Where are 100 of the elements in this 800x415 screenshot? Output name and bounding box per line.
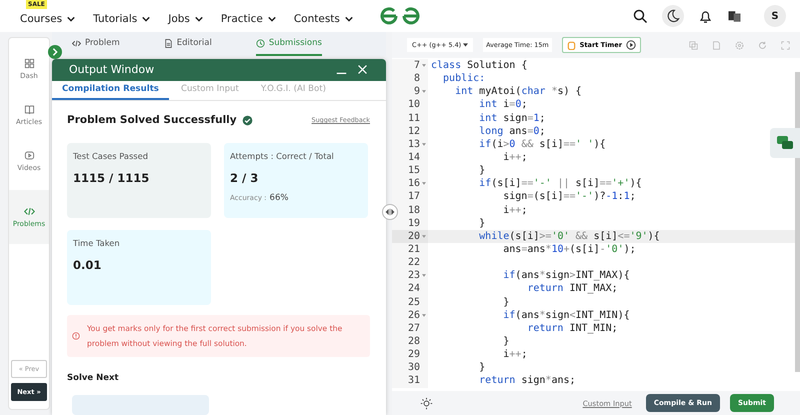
code-line: int myAtoi(char *s) { <box>454 85 582 98</box>
code-line: long ans=0; <box>478 124 546 138</box>
grid-icon <box>24 58 34 69</box>
bell-icon[interactable] <box>698 8 713 24</box>
output-tab[interactable]: Compilation Results <box>52 80 169 100</box>
card-value: 2 / 3 <box>230 171 260 185</box>
fold-icon[interactable] <box>422 142 426 146</box>
line-number: 12 <box>408 126 420 137</box>
code-line: } <box>478 216 486 230</box>
line-number: 16 <box>408 178 420 190</box>
line-number: 17 <box>408 191 420 202</box>
code-icon <box>24 206 34 217</box>
search-icon[interactable] <box>633 8 648 24</box>
card-label: Test Cases Passed <box>73 151 149 161</box>
code-icon <box>72 38 81 48</box>
status-heading: Problem Solved Successfully <box>67 114 237 126</box>
line-number: 8 <box>414 73 420 84</box>
line-number: 30 <box>408 362 420 374</box>
line-number: 26 <box>408 310 420 321</box>
arrows-icon <box>385 208 395 216</box>
line-number: 11 <box>408 112 420 124</box>
nav-menu-item[interactable]: Courses <box>20 8 76 24</box>
window-title: Output Window <box>69 63 156 76</box>
code-line: if(ans*sign<INT_MIN){ <box>502 308 630 322</box>
chat-button[interactable] <box>770 128 800 158</box>
code-line: i++; <box>502 204 528 217</box>
code-line: public: <box>442 72 486 86</box>
accuracy-value: 66% <box>270 193 288 203</box>
nav-menu-item[interactable]: Tutorials <box>93 8 150 24</box>
fold-icon[interactable] <box>422 274 426 278</box>
line-number: 24 <box>408 283 420 294</box>
fold-icon[interactable] <box>422 182 426 186</box>
code-line: int sign=1; <box>478 112 546 125</box>
line-number: 18 <box>408 204 420 216</box>
dark-mode-button[interactable] <box>662 5 684 27</box>
card-label: Time Taken <box>73 238 121 248</box>
file-icon[interactable] <box>712 40 721 50</box>
code-line: int i=0; <box>478 98 528 112</box>
line-number: 7 <box>414 60 420 72</box>
book-icon <box>24 104 34 115</box>
line-number: 19 <box>408 218 420 229</box>
nav-menu-item[interactable]: Contests <box>294 8 353 24</box>
line-number: 22 <box>408 257 420 268</box>
line-number: 13 <box>408 138 420 150</box>
code-line: if(ans*sign>INT_MAX){ <box>502 269 630 282</box>
play-icon <box>626 40 636 50</box>
card-label: Attempts : Correct / Total <box>230 151 335 161</box>
user-avatar[interactable]: S <box>764 5 786 27</box>
code-line: ans=ans*10+(s[i]-'0'); <box>502 243 636 256</box>
card-value: 0.01 <box>73 258 102 272</box>
logo-icon[interactable] <box>380 6 420 26</box>
caret-icon <box>463 43 468 47</box>
fold-icon[interactable] <box>422 234 426 238</box>
chevron-right-icon <box>51 48 59 56</box>
line-number: 29 <box>408 349 420 360</box>
code-line: sign=(s[i]=='-')?-1:1; <box>502 190 636 204</box>
problem-tab[interactable]: Submissions <box>256 32 322 56</box>
play-icon <box>24 150 34 161</box>
fold-icon[interactable] <box>422 90 426 94</box>
fold-icon[interactable] <box>422 314 426 317</box>
code-line: return sign*ans; <box>478 374 576 388</box>
code-line: } <box>478 361 486 374</box>
close-icon[interactable] <box>357 64 368 76</box>
line-number: 9 <box>414 86 420 98</box>
line-number: 14 <box>408 152 420 164</box>
reset-icon[interactable] <box>758 40 767 50</box>
code-line: } <box>478 164 486 178</box>
line-number: 21 <box>408 244 420 256</box>
line-number: 28 <box>408 336 420 348</box>
copy-icon[interactable] <box>689 40 698 50</box>
line-number: 25 <box>408 296 420 308</box>
moon-icon <box>666 9 680 23</box>
problem-tab[interactable]: Editorial <box>164 32 212 56</box>
fullscreen-icon[interactable] <box>781 40 790 50</box>
document-icon <box>164 38 173 48</box>
line-number: 23 <box>408 270 420 282</box>
chevron-down-icon <box>268 16 276 22</box>
fold-icon[interactable] <box>422 64 426 68</box>
chevron-down-icon <box>194 16 203 22</box>
chevron-down-icon <box>67 16 76 22</box>
code-line: return INT_MIN; <box>526 322 618 335</box>
line-number: 15 <box>408 165 420 176</box>
chevron-down-icon <box>344 16 353 22</box>
info-icon <box>72 332 80 340</box>
chat-bubbles-icon <box>777 136 793 150</box>
line-number: 10 <box>408 99 420 110</box>
expand-button[interactable] <box>48 45 62 59</box>
problem-tab[interactable]: Problem <box>72 32 120 56</box>
nav-menu-item[interactable]: Practice <box>220 8 276 24</box>
code-line: while(s[i]>='0' && s[i]<='9'){ <box>478 230 660 243</box>
line-number: 20 <box>408 230 420 242</box>
check-circle-icon <box>242 114 253 126</box>
timer-icon <box>566 40 576 50</box>
code-line: if(i>0 && s[i]==' '){ <box>478 138 606 151</box>
code-line: class Solution { <box>430 59 528 72</box>
settings-icon[interactable] <box>735 40 744 50</box>
line-number: 27 <box>408 322 420 334</box>
card-value: 1115 / 1115 <box>73 171 150 185</box>
nav-menu-item[interactable]: Jobs <box>168 8 203 24</box>
clock-icon <box>256 38 265 48</box>
